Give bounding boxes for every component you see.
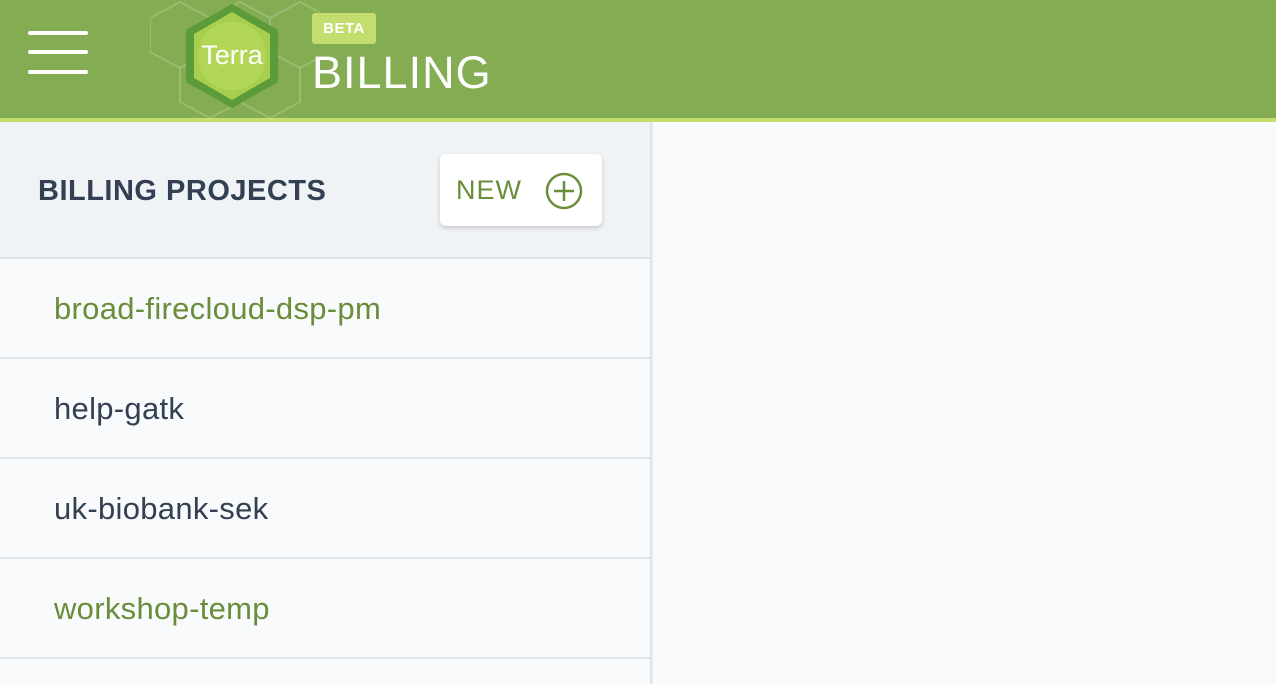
beta-badge: BETA [312,13,376,44]
plus-circle-icon [545,172,583,210]
main-content-area [654,122,1276,684]
project-item-workshop-temp[interactable]: workshop-temp [0,559,650,659]
project-name: broad-firecloud-dsp-pm [54,291,382,326]
project-item-help-gatk[interactable]: help-gatk [0,359,650,459]
project-name: help-gatk [54,391,185,426]
sidebar-header: BILLING PROJECTS NEW [0,122,650,259]
project-name: uk-biobank-sek [54,491,269,526]
sidebar-title: BILLING PROJECTS [38,175,327,207]
billing-sidebar: BILLING PROJECTS NEW broad-firecloud-dsp… [0,122,650,684]
project-item-broad-firecloud-dsp-pm[interactable]: broad-firecloud-dsp-pm [0,259,650,359]
hamburger-menu-icon[interactable] [28,30,88,76]
page-title: BILLING [312,47,492,98]
logo-text: Terra [201,40,263,70]
new-project-button[interactable]: NEW [440,154,602,226]
terra-logo[interactable]: Terra [182,2,282,110]
project-list: broad-firecloud-dsp-pm help-gatk uk-biob… [0,259,650,659]
app-header: Terra BETA BILLING [0,0,1276,118]
project-item-uk-biobank-sek[interactable]: uk-biobank-sek [0,459,650,559]
project-name: workshop-temp [54,591,270,626]
new-button-label: NEW [456,175,522,205]
